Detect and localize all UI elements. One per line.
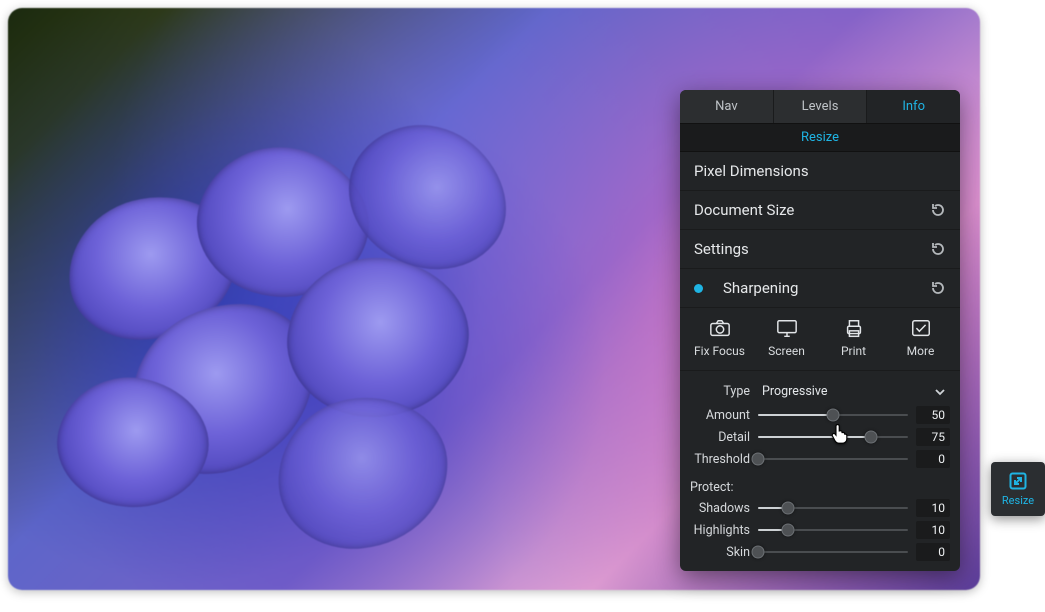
highlights-value[interactable]: 10 (916, 521, 950, 539)
skin-label: Skin (686, 545, 750, 560)
shadows-row: Shadows 10 (680, 497, 960, 519)
highlights-label: Highlights (686, 523, 750, 538)
amount-label: Amount (686, 408, 750, 423)
tab-levels[interactable]: Levels (774, 90, 868, 123)
shadows-label: Shadows (686, 501, 750, 516)
threshold-label: Threshold (686, 452, 750, 467)
detail-label: Detail (686, 430, 750, 445)
highlights-slider[interactable] (758, 522, 908, 538)
shadows-slider[interactable] (758, 500, 908, 516)
threshold-row: Threshold 0 (680, 448, 960, 470)
reset-icon[interactable] (930, 280, 946, 296)
tab-nav[interactable]: Nav (680, 90, 774, 123)
type-row: Type Progressive (680, 379, 960, 404)
section-sharpening[interactable]: Sharpening (680, 269, 960, 308)
panel-tabs: Nav Levels Info (680, 90, 960, 123)
amount-value[interactable]: 50 (916, 406, 950, 424)
detail-row: Detail 75 (680, 426, 960, 448)
section-title: Sharpening (713, 279, 798, 297)
detail-value[interactable]: 75 (916, 428, 950, 446)
preset-label: Screen (768, 344, 805, 358)
threshold-value[interactable]: 0 (916, 450, 950, 468)
preset-fix-focus[interactable]: Fix Focus (690, 318, 750, 358)
type-select[interactable]: Progressive (758, 381, 950, 402)
reset-icon[interactable] (930, 202, 946, 218)
resize-link[interactable]: Resize (680, 123, 960, 152)
monitor-icon (776, 318, 798, 338)
info-panel: Nav Levels Info Resize Pixel Dimensions … (680, 90, 960, 571)
type-value: Progressive (762, 384, 827, 399)
type-label: Type (686, 384, 750, 399)
skin-slider[interactable] (758, 544, 908, 560)
amount-slider[interactable] (758, 407, 908, 423)
tab-info[interactable]: Info (867, 90, 960, 123)
section-title: Pixel Dimensions (694, 162, 809, 180)
amount-row: Amount 50 (680, 404, 960, 426)
resize-icon (1009, 472, 1027, 490)
reset-icon[interactable] (930, 241, 946, 257)
section-settings[interactable]: Settings (680, 230, 960, 269)
chip-label: Resize (1002, 494, 1034, 507)
skin-row: Skin 0 (680, 541, 960, 571)
checkbox-icon (910, 318, 932, 338)
highlights-row: Highlights 10 (680, 519, 960, 541)
preset-label: Print (841, 344, 866, 358)
detail-slider[interactable] (758, 429, 908, 445)
preset-more[interactable]: More (891, 318, 951, 358)
shadows-value[interactable]: 10 (916, 499, 950, 517)
section-pixel-dimensions[interactable]: Pixel Dimensions (680, 152, 960, 191)
printer-icon (843, 318, 865, 338)
skin-value[interactable]: 0 (916, 543, 950, 561)
resize-chip[interactable]: Resize (991, 462, 1045, 516)
camera-icon (709, 318, 731, 338)
preset-label: More (907, 344, 935, 358)
active-dot-icon (694, 284, 703, 293)
preset-label: Fix Focus (694, 344, 745, 358)
preset-screen[interactable]: Screen (757, 318, 817, 358)
protect-header: Protect: (680, 474, 960, 497)
section-document-size[interactable]: Document Size (680, 191, 960, 230)
preset-print[interactable]: Print (824, 318, 884, 358)
sharpening-presets: Fix Focus Screen Print More (680, 308, 960, 371)
section-title: Document Size (694, 201, 794, 219)
threshold-slider[interactable] (758, 451, 908, 467)
section-title: Settings (694, 240, 749, 258)
chevron-down-icon (934, 386, 946, 398)
